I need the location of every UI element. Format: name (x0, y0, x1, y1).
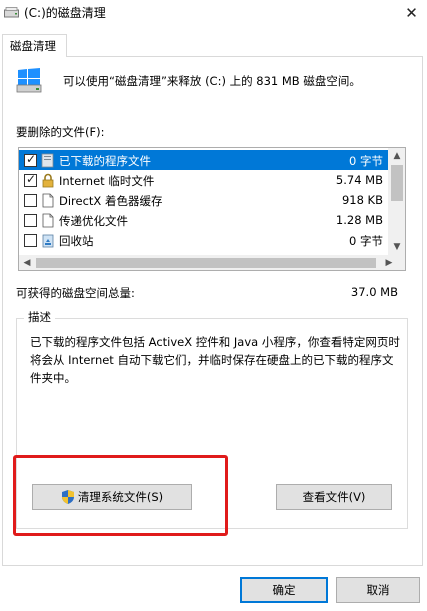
scroll-down-icon[interactable]: ▼ (388, 239, 405, 255)
list-item[interactable]: ✓ Internet 临时文件 5.74 MB (19, 170, 388, 190)
space-total-value: 37.0 MB (350, 285, 398, 299)
list-item[interactable]: DirectX 着色器缓存 918 KB (19, 190, 388, 210)
cancel-button[interactable]: 取消 (336, 577, 420, 603)
file-size: 1.28 MB (335, 213, 383, 227)
file-name: 已下载的程序文件 (59, 154, 151, 168)
folder-icon (41, 153, 54, 168)
vertical-scrollbar[interactable]: ▲ ▼ (388, 148, 405, 255)
recycle-bin-icon (42, 234, 54, 248)
document-icon (42, 213, 54, 228)
file-name: 回收站 (59, 234, 94, 248)
checkmark-icon: ✓ (26, 172, 37, 186)
drive-icon (16, 68, 42, 93)
checkbox[interactable] (24, 214, 37, 227)
header-text: 可以使用“磁盘清理”来释放 (C:) 上的 831 MB 磁盘空间。 (63, 74, 361, 88)
lock-icon (42, 173, 54, 188)
horizontal-scrollbar[interactable]: ◀ ▶ (19, 255, 405, 270)
list-item[interactable]: 回收站 0 字节 (19, 230, 388, 250)
file-name: 传递优化文件 (59, 214, 128, 228)
window-title: (C:)的磁盘清理 (24, 6, 106, 20)
list-item[interactable]: 传递优化文件 1.28 MB (19, 210, 388, 230)
file-size: 0 字节 (349, 154, 383, 168)
view-files-button[interactable]: 查看文件(V) (276, 484, 392, 510)
checkbox[interactable]: ✓ (24, 152, 37, 167)
document-icon (42, 193, 54, 208)
file-name: DirectX 着色器缓存 (59, 194, 163, 208)
ok-button[interactable]: 确定 (240, 577, 328, 603)
description-text: 已下载的程序文件包括 ActiveX 控件和 Java 小程序，你查看特定网页时… (30, 335, 400, 385)
checkbox[interactable] (24, 194, 37, 207)
scroll-right-icon[interactable]: ▶ (381, 255, 397, 270)
space-total-label: 可获得的磁盘空间总量: (16, 286, 135, 300)
checkbox[interactable]: ✓ (24, 172, 37, 187)
disk-cleanup-icon (4, 7, 19, 18)
file-list[interactable]: ✓ 已下载的程序文件 0 字节 ✓ Internet 临时文件 5.74 MB (18, 147, 406, 271)
description-legend: 描述 (24, 309, 55, 325)
list-item[interactable]: ✓ 已下载的程序文件 0 字节 (19, 150, 388, 170)
tab-disk-cleanup[interactable]: 磁盘清理 (2, 34, 67, 57)
file-size: 918 KB (341, 193, 383, 207)
checkbox[interactable] (24, 234, 37, 247)
scroll-up-icon[interactable]: ▲ (388, 148, 405, 164)
file-size: 0 字节 (349, 234, 383, 248)
checkmark-icon: ✓ (26, 152, 37, 166)
tab-strip: 磁盘清理 (0, 30, 427, 57)
highlight-box (13, 455, 228, 536)
file-size: 5.74 MB (335, 173, 383, 187)
close-button[interactable]: ✕ (396, 0, 427, 26)
scroll-left-icon[interactable]: ◀ (19, 255, 35, 270)
file-name: Internet 临时文件 (59, 174, 155, 188)
files-label: 要删除的文件(F): (16, 125, 105, 139)
scrollbar-thumb[interactable] (391, 165, 403, 201)
title-bar: (C:)的磁盘清理 ✕ (0, 0, 427, 30)
file-list-rows: ✓ 已下载的程序文件 0 字节 ✓ Internet 临时文件 5.74 MB (19, 148, 388, 255)
scrollbar-thumb[interactable] (36, 258, 376, 268)
close-icon: ✕ (405, 4, 418, 22)
